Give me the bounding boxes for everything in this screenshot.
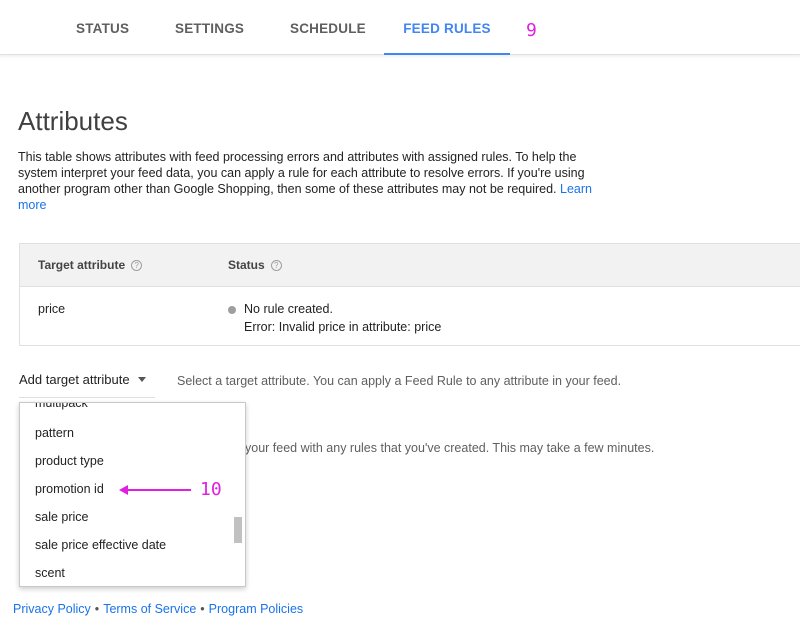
- arrow-line: [125, 489, 191, 491]
- add-attribute-hint: Select a target attribute. You can apply…: [177, 374, 622, 388]
- status-dot-icon: [228, 306, 236, 314]
- terms-of-service-link[interactable]: Terms of Service: [103, 602, 196, 616]
- tab-bar: STATUS SETTINGS SCHEDULE FEED RULES 9: [0, 0, 800, 55]
- annotation-marker-9: 9: [526, 20, 537, 41]
- tab-schedule[interactable]: SCHEDULE: [290, 0, 366, 55]
- attribute-cell: price: [38, 302, 66, 316]
- dropdown-scrollbar[interactable]: [234, 403, 242, 586]
- tab-settings[interactable]: SETTINGS: [175, 0, 244, 55]
- add-target-attribute-label: Add target attribute: [19, 372, 130, 387]
- footer-separator: •: [94, 602, 100, 616]
- dropdown-scrollbar-thumb[interactable]: [234, 517, 242, 543]
- footer-separator: •: [200, 602, 205, 616]
- caret-down-icon: [137, 377, 146, 382]
- privacy-policy-link[interactable]: Privacy Policy: [13, 602, 91, 616]
- description-text: This table shows attributes with feed pr…: [18, 150, 585, 196]
- page-title: Attributes: [18, 106, 128, 136]
- dropdown-item-scent[interactable]: scent: [35, 566, 65, 580]
- help-icon[interactable]: ?: [131, 260, 143, 271]
- table-header: Target attribute? Status?: [20, 244, 800, 287]
- header-status: Status?: [228, 258, 282, 272]
- attributes-table: Target attribute? Status? price No rule …: [19, 243, 800, 346]
- tab-status[interactable]: STATUS: [76, 0, 129, 55]
- header-target-attribute-label: Target attribute: [38, 258, 126, 272]
- partially-hidden-text: your feed with any rules that you've cre…: [245, 441, 655, 455]
- dropdown-item-promotion-id[interactable]: promotion id: [35, 482, 104, 496]
- status-text: No rule created.: [244, 302, 333, 316]
- tab-feed-rules[interactable]: FEED RULES: [384, 0, 510, 55]
- header-status-label: Status: [228, 258, 265, 272]
- annotation-marker-10: 10: [200, 479, 222, 500]
- dropdown-item-multipack[interactable]: multipack: [35, 403, 88, 410]
- dropdown-item-pattern[interactable]: pattern: [35, 426, 74, 440]
- help-icon[interactable]: ?: [270, 260, 282, 271]
- add-target-attribute-dropdown[interactable]: Add target attribute: [19, 372, 155, 398]
- dropdown-item-sale-price[interactable]: sale price: [35, 510, 89, 524]
- active-tab-indicator: [384, 53, 510, 55]
- dropdown-item-product-type[interactable]: product type: [35, 454, 104, 468]
- table-row: price No rule created. Error: Invalid pr…: [20, 287, 800, 345]
- header-target-attribute: Target attribute?: [38, 258, 143, 272]
- tab-feed-rules-label: FEED RULES: [403, 21, 491, 36]
- dropdown-item-sale-price-effective-date[interactable]: sale price effective date: [35, 538, 166, 552]
- annotation-arrow-icon: [119, 485, 191, 495]
- status-error-text: Error: Invalid price in attribute: price: [244, 320, 442, 334]
- program-policies-link[interactable]: Program Policies: [209, 602, 303, 616]
- section-description: This table shows attributes with feed pr…: [18, 149, 618, 213]
- footer-links: Privacy Policy • Terms of Service • Program …: [13, 602, 303, 616]
